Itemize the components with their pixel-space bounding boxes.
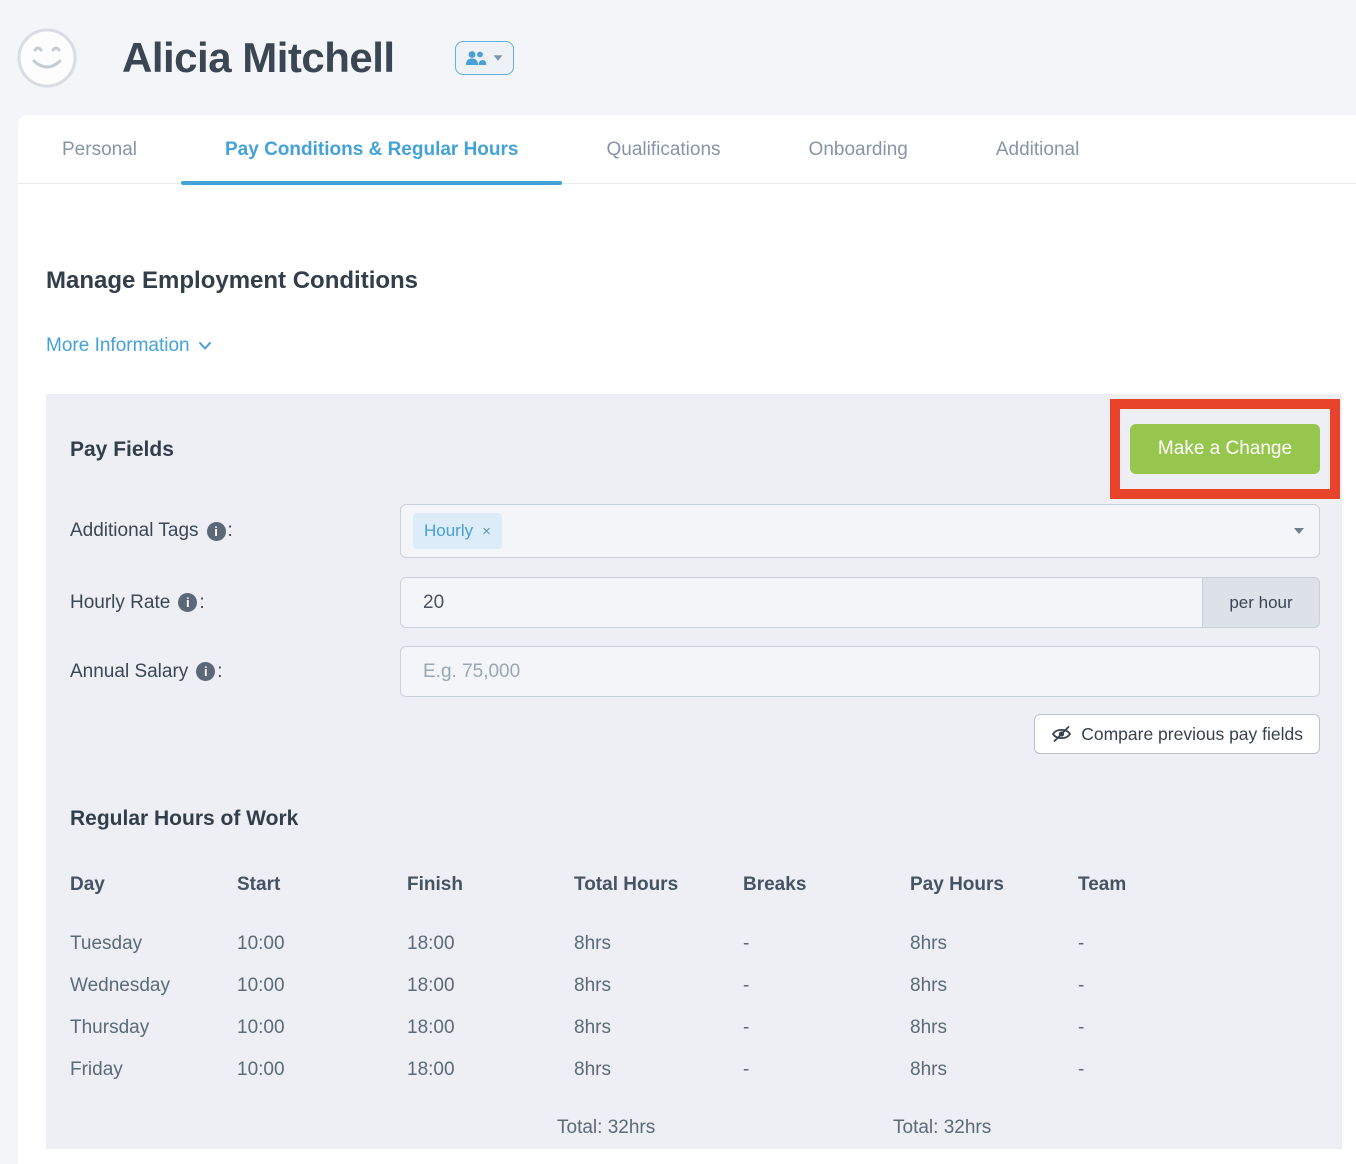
table-row-thursday: Thursday 10:00 18:00 8hrs - 8hrs - bbox=[70, 1017, 1320, 1039]
tag-remove-icon[interactable]: × bbox=[482, 523, 491, 540]
section-heading: Manage Employment Conditions bbox=[46, 184, 1342, 295]
additional-tags-input[interactable]: Hourly × bbox=[400, 504, 1320, 558]
annual-salary-placeholder: E.g. 75,000 bbox=[413, 661, 520, 683]
page-title: Alicia Mitchell bbox=[122, 34, 395, 82]
hours-table-header: Day Start Finish Total Hours Breaks Pay … bbox=[70, 874, 1320, 896]
chevron-down-icon bbox=[199, 342, 211, 350]
hourly-rate-value: 20 bbox=[413, 592, 444, 614]
tab-onboarding[interactable]: Onboarding bbox=[765, 115, 952, 184]
more-information-label: More Information bbox=[46, 335, 190, 357]
hours-table-body: Tuesday 10:00 18:00 8hrs - 8hrs - Wednes… bbox=[70, 933, 1320, 1081]
eye-slash-icon bbox=[1051, 725, 1072, 743]
col-total-hours: Total Hours bbox=[574, 874, 743, 896]
col-team: Team bbox=[1078, 874, 1320, 896]
tab-personal[interactable]: Personal bbox=[18, 115, 181, 184]
col-day: Day bbox=[70, 874, 237, 896]
table-row-friday: Friday 10:00 18:00 8hrs - 8hrs - bbox=[70, 1059, 1320, 1081]
hourly-rate-input[interactable]: 20 per hour bbox=[400, 577, 1320, 628]
chevron-down-icon bbox=[494, 55, 503, 60]
info-icon[interactable]: i bbox=[207, 522, 226, 541]
profile-card: Personal Pay Conditions & Regular Hours … bbox=[18, 115, 1356, 1164]
col-breaks: Breaks bbox=[743, 874, 910, 896]
info-icon[interactable]: i bbox=[196, 662, 215, 681]
compare-previous-pay-fields-button[interactable]: Compare previous pay fields bbox=[1034, 714, 1320, 754]
annual-salary-input[interactable]: E.g. 75,000 bbox=[400, 646, 1320, 697]
additional-tags-label: Additional Tags i : bbox=[70, 520, 400, 542]
highlight-annotation-box: Make a Change bbox=[1110, 399, 1340, 499]
tab-qualifications[interactable]: Qualifications bbox=[562, 115, 764, 184]
annual-salary-label: Annual Salary i : bbox=[70, 661, 400, 683]
tab-bar: Personal Pay Conditions & Regular Hours … bbox=[18, 115, 1356, 184]
pay-hours-total: Total: 32hrs bbox=[893, 1117, 1078, 1139]
info-icon[interactable]: i bbox=[178, 593, 197, 612]
per-hour-suffix: per hour bbox=[1202, 577, 1320, 628]
people-icon bbox=[465, 50, 487, 66]
team-dropdown-button[interactable] bbox=[455, 41, 514, 75]
hours-table-totals: Total: 32hrs Total: 32hrs bbox=[70, 1117, 1320, 1139]
col-pay-hours: Pay Hours bbox=[910, 874, 1078, 896]
total-hours-total: Total: 32hrs bbox=[557, 1117, 743, 1139]
tab-additional[interactable]: Additional bbox=[952, 115, 1123, 184]
additional-tags-row: Additional Tags i : Hourly × bbox=[70, 504, 1320, 558]
col-start: Start bbox=[237, 874, 407, 896]
make-a-change-button[interactable]: Make a Change bbox=[1130, 424, 1320, 474]
avatar-smiley-icon bbox=[17, 28, 77, 88]
hourly-rate-label: Hourly Rate i : bbox=[70, 592, 400, 614]
pay-conditions-panel: Make a Change Pay Fields Additional Tags… bbox=[46, 394, 1342, 1149]
more-information-link[interactable]: More Information bbox=[46, 335, 211, 357]
tab-pay-conditions[interactable]: Pay Conditions & Regular Hours bbox=[181, 115, 562, 184]
hourly-rate-row: Hourly Rate i : 20 per hour bbox=[70, 577, 1320, 628]
dropdown-caret-icon[interactable] bbox=[1294, 528, 1304, 534]
tag-chip-hourly: Hourly × bbox=[413, 513, 502, 549]
regular-hours-heading: Regular Hours of Work bbox=[70, 807, 1320, 831]
table-row-wednesday: Wednesday 10:00 18:00 8hrs - 8hrs - bbox=[70, 975, 1320, 997]
table-row-tuesday: Tuesday 10:00 18:00 8hrs - 8hrs - bbox=[70, 933, 1320, 955]
annual-salary-row: Annual Salary i : E.g. 75,000 bbox=[70, 646, 1320, 697]
col-finish: Finish bbox=[407, 874, 574, 896]
profile-header: Alicia Mitchell bbox=[0, 0, 1356, 115]
